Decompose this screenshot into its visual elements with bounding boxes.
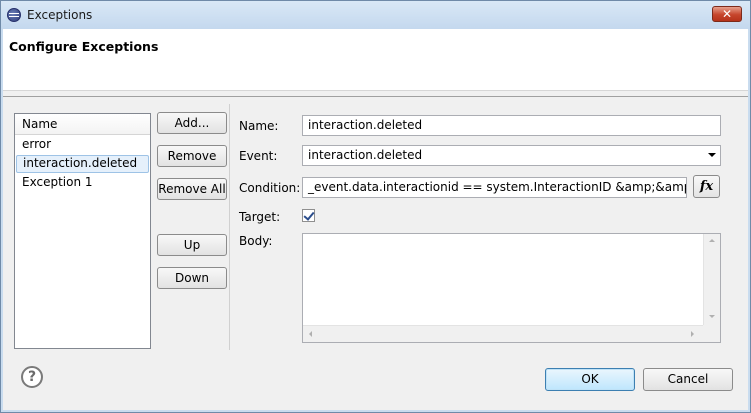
- chevron-down-icon[interactable]: [708, 153, 716, 157]
- panel-divider: [229, 104, 230, 350]
- list-item-interaction-deleted[interactable]: interaction.deleted: [16, 155, 149, 173]
- scroll-right-icon[interactable]: [691, 331, 694, 337]
- vertical-scrollbar[interactable]: [703, 234, 720, 326]
- eclipse-icon: [7, 8, 21, 22]
- event-dropdown[interactable]: interaction.deleted: [302, 145, 721, 166]
- list-item-exception-1[interactable]: Exception 1: [16, 174, 149, 192]
- scrollbar-corner: [703, 325, 720, 342]
- cancel-button[interactable]: Cancel: [643, 368, 733, 391]
- condition-label: Condition:: [239, 181, 301, 195]
- scroll-up-icon[interactable]: [709, 239, 715, 242]
- remove-button[interactable]: Remove: [157, 145, 227, 167]
- scroll-down-icon[interactable]: [709, 315, 715, 318]
- horizontal-scrollbar[interactable]: [303, 325, 703, 342]
- function-builder-button[interactable]: fx: [693, 175, 720, 198]
- event-label: Event:: [239, 149, 278, 163]
- help-icon[interactable]: ?: [21, 366, 43, 388]
- body-label: Body:: [239, 234, 273, 248]
- up-button[interactable]: Up: [157, 234, 227, 256]
- exceptions-dialog: Exceptions ✕ Configure Exceptions Name e…: [0, 0, 751, 413]
- target-checkbox[interactable]: [302, 209, 315, 222]
- body-textarea[interactable]: [302, 233, 721, 343]
- down-button[interactable]: Down: [157, 267, 227, 289]
- add-button[interactable]: Add...: [157, 112, 227, 134]
- window-title: Exceptions: [27, 8, 93, 22]
- close-button[interactable]: ✕: [712, 6, 742, 22]
- target-label: Target:: [239, 210, 281, 224]
- dialog-header: Configure Exceptions: [3, 29, 748, 91]
- list-item-error[interactable]: error: [16, 136, 149, 154]
- list-column-header[interactable]: Name: [15, 114, 150, 135]
- condition-field[interactable]: _event.data.interactionid == system.Inte…: [302, 177, 687, 198]
- title-bar: Exceptions ✕: [1, 1, 750, 29]
- event-value: interaction.deleted: [308, 148, 423, 162]
- header-separator: [3, 96, 748, 97]
- dialog-heading: Configure Exceptions: [9, 39, 159, 54]
- name-label: Name:: [239, 119, 279, 133]
- ok-button[interactable]: OK: [545, 368, 635, 391]
- scroll-left-icon[interactable]: [309, 331, 312, 337]
- dialog-client-area: Configure Exceptions Name error interact…: [3, 29, 748, 410]
- remove-all-button[interactable]: Remove All: [157, 178, 227, 200]
- name-field[interactable]: interaction.deleted: [302, 115, 721, 136]
- exception-list[interactable]: Name error interaction.deleted Exception…: [14, 113, 151, 349]
